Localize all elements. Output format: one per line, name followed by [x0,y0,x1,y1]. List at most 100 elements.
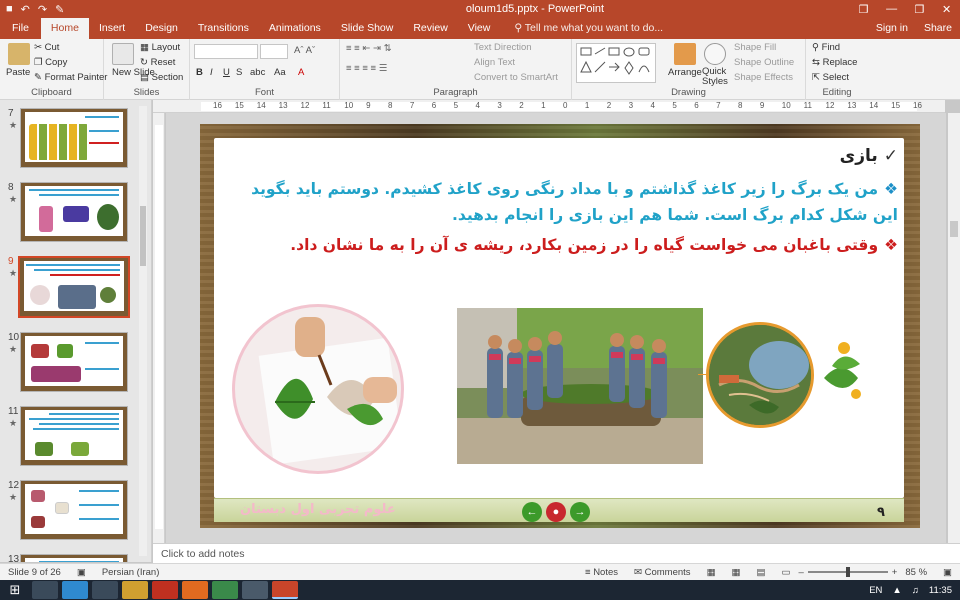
tab-transitions[interactable]: Transitions [188,18,259,39]
paste-button[interactable]: Paste [6,67,30,78]
thumbnail-slide-10[interactable]: 10 ★ [4,332,150,396]
notes-pane[interactable]: Click to add notes [153,543,960,563]
proofing-icon[interactable]: ▣ [69,567,94,578]
windows-start-icon[interactable]: ⊞ [0,580,30,600]
volume-icon[interactable]: ♫ [912,585,919,596]
tab-animations[interactable]: Animations [259,18,331,39]
replace-button[interactable]: ⇆ Replace [812,57,857,68]
thumbnail-slide-9[interactable]: 9 ★ [4,256,150,320]
tab-slide-show[interactable]: Slide Show [331,18,404,39]
new-slide-icon[interactable] [112,43,134,65]
tab-file[interactable]: File [0,18,41,39]
tab-design[interactable]: Design [135,18,188,39]
undo-icon[interactable]: ↶ [21,3,30,16]
fit-to-window-icon[interactable]: ▣ [935,567,960,578]
taskbar-powerpoint-icon[interactable] [272,581,298,599]
taskbar-app-icon[interactable] [62,581,88,599]
shape-outline-button[interactable]: Shape Outline [734,57,794,68]
language-indicator[interactable]: Persian (Iran) [94,567,168,578]
slide[interactable]: ✓بازی ❖من یک برگ را زیر کاغذ گذاشتم و با… [200,124,920,528]
quick-styles-button[interactable]: Quick Styles [702,67,728,87]
network-icon[interactable]: ▲ [892,585,901,596]
thumbnail-slide-11[interactable]: 11 ★ [4,406,150,470]
reset-button[interactable]: ↻ Reset [140,57,175,68]
copy-button[interactable]: ❐ Copy [34,57,67,68]
select-button[interactable]: ⇱ Select [812,72,849,83]
redo-icon[interactable]: ↷ [38,3,47,16]
align-buttons-icon[interactable]: ≡ ≡ ≡ ≡ ☰ [346,63,387,74]
language-icon[interactable]: EN [869,585,882,596]
clock[interactable]: 11:35 [929,585,952,596]
taskbar-app-icon[interactable] [212,581,238,599]
shape-fill-button[interactable]: Shape Fill [734,42,776,53]
thumbnails-scrollbar[interactable] [139,106,147,556]
text-direction-button[interactable]: Text Direction [474,42,532,53]
align-text-button[interactable]: Align Text [474,57,515,68]
notes-toggle-button[interactable]: ≡ Notes [577,567,626,578]
close-button[interactable]: ✕ [942,3,951,16]
minimize-button[interactable]: — [886,3,897,16]
tab-insert[interactable]: Insert [89,18,135,39]
taskbar-app-icon[interactable] [32,581,58,599]
convert-smartart-button[interactable]: Convert to SmartArt [474,72,558,83]
layout-button[interactable]: ▦ Layout [140,42,180,53]
thumbnail-slide-13[interactable]: 13 [4,554,150,562]
cut-button[interactable]: ✂ Cut [34,42,59,53]
italic-button[interactable]: I [210,67,213,78]
zoom-slider[interactable] [807,567,888,577]
format-painter-button[interactable]: ✎ Format Painter [34,72,107,83]
font-name-box[interactable] [194,44,258,59]
ribbon-display-icon[interactable]: ❐ [859,3,869,16]
bold-button[interactable]: B [196,67,203,78]
change-case-button[interactable]: Aa [274,67,286,78]
font-color-button[interactable]: A [298,67,304,78]
font-size-box[interactable] [260,44,288,59]
prev-slide-button[interactable]: ← [522,502,542,522]
thumbnail-slide-7[interactable]: 7 ★ [4,108,150,172]
plant-roots-photo[interactable] [706,322,814,428]
tab-review[interactable]: Review [403,18,457,39]
comments-button[interactable]: ✉ Comments [626,567,699,578]
home-button[interactable]: ● [546,502,566,522]
slide-paragraph-1[interactable]: ❖من یک برگ را زیر کاغذ گذاشتم و با مداد … [222,176,898,228]
children-gardening-photo[interactable] [457,308,703,464]
zoom-out-button[interactable]: – [799,567,804,578]
section-button[interactable]: ▤ Section [140,72,183,83]
paste-icon[interactable] [8,43,30,65]
zoom-level[interactable]: 85 % [897,567,935,578]
scrollbar-thumb[interactable] [950,221,958,237]
touch-mode-icon[interactable]: ✎ [55,3,64,16]
quick-styles-icon[interactable] [704,43,726,65]
grow-font-icon[interactable]: Aˆ Aˇ [294,45,315,56]
tab-view[interactable]: View [458,18,501,39]
shapes-gallery[interactable] [576,43,656,83]
zoom-slider-knob[interactable] [845,567,850,577]
normal-view-icon[interactable]: ▦ [699,567,724,578]
slide-heading[interactable]: ✓بازی [840,146,898,166]
taskbar-app-icon[interactable] [182,581,208,599]
list-buttons-icon[interactable]: ≡ ≡ ⇤ ⇥ ⇅ [346,43,392,54]
scrollbar-thumb[interactable] [140,206,146,266]
next-slide-button[interactable]: → [570,502,590,522]
reading-view-icon[interactable]: ▤ [749,567,774,578]
taskbar-app-icon[interactable] [92,581,118,599]
slide-sorter-icon[interactable]: ▦ [724,567,749,578]
sign-in-link[interactable]: Sign in [868,18,916,39]
arrange-button[interactable]: Arrange [668,67,702,78]
thumbnail-slide-12[interactable]: 12 ★ [4,480,150,544]
editor-scrollbar[interactable] [948,113,960,543]
taskbar-app-icon[interactable] [122,581,148,599]
taskbar-app-icon[interactable] [242,581,268,599]
leaf-rubbing-photo[interactable] [232,304,404,474]
taskbar-app-icon[interactable] [152,581,178,599]
tell-me-box[interactable]: ⚲ Tell me what you want to do... [500,18,868,39]
slideshow-view-icon[interactable]: ▭ [774,567,799,578]
shape-effects-button[interactable]: Shape Effects [734,72,793,83]
strikethrough-button[interactable]: S [236,67,242,78]
underline-button[interactable]: U [223,67,230,78]
share-button[interactable]: Share [916,18,960,39]
char-spacing-button[interactable]: abc [250,67,265,78]
thumbnail-slide-8[interactable]: 8 ★ [4,182,150,246]
restore-button[interactable]: ❐ [915,3,925,16]
find-button[interactable]: ⚲ Find [812,42,840,53]
